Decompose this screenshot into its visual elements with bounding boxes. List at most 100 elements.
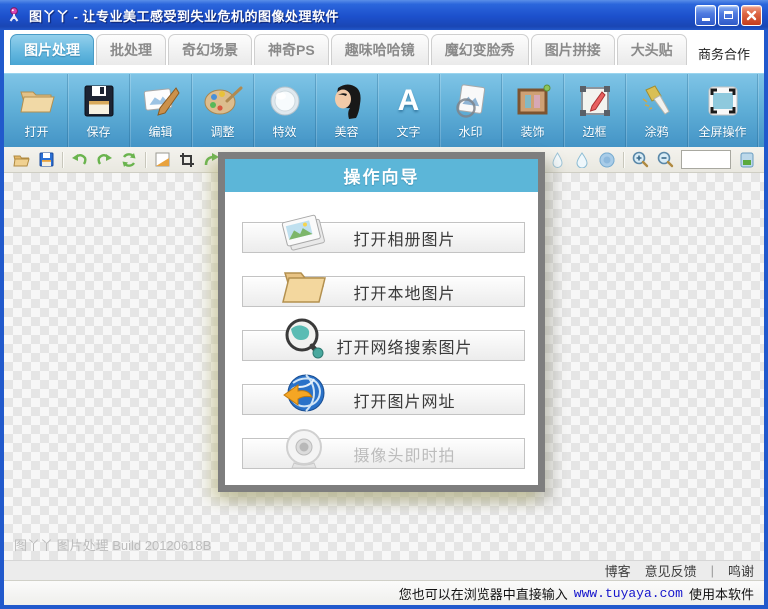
tool-label: 边框: [582, 123, 606, 140]
save-floppy-icon: [81, 83, 117, 119]
tool-label: 打开: [24, 123, 48, 140]
hint-prefix: 您也可以在浏览器中直接输入: [399, 584, 568, 603]
wizard-action-label: 打开本地图片: [353, 280, 455, 304]
wizard-row: 打开网络搜索图片: [242, 330, 525, 361]
webcam-instant-capture-button[interactable]: 摄像头即时拍: [242, 438, 525, 469]
tool-label: 美容: [334, 123, 358, 140]
main-toolbar: 打开 保存: [4, 73, 764, 147]
zoom-level-input[interactable]: [681, 150, 731, 169]
tool-label: 调整: [210, 123, 234, 140]
tool-label: 特效: [272, 123, 296, 140]
close-icon: [746, 10, 757, 21]
edit-button[interactable]: 编辑: [130, 74, 192, 147]
wizard-header: 操作向导: [225, 159, 538, 192]
tab-face-change[interactable]: 魔幻变脸秀: [431, 34, 529, 65]
decorate-frame-icon: [513, 83, 553, 119]
tab-image-processing[interactable]: 图片处理: [10, 34, 94, 65]
thanks-link[interactable]: 鸣谢: [728, 561, 754, 580]
tab-image-stitch[interactable]: 图片拼接: [531, 34, 615, 65]
open-album-image-button[interactable]: 打开相册图片: [242, 222, 525, 253]
beauty-button[interactable]: 美容: [316, 74, 378, 147]
effects-button[interactable]: 特效: [254, 74, 316, 147]
status-separator: |: [711, 563, 714, 578]
droplet-large-icon[interactable]: [573, 151, 591, 169]
adjust-palette-icon: [203, 83, 243, 119]
website-url-link[interactable]: www.tuyaya.com: [574, 586, 683, 601]
save-button[interactable]: 保存: [68, 74, 130, 147]
redo-icon[interactable]: [95, 151, 113, 169]
decorate-button[interactable]: 装饰: [502, 74, 564, 147]
tool-label: 装饰: [520, 123, 544, 140]
fullscreen-icon: [705, 83, 741, 119]
tool-label: 水印: [458, 123, 482, 140]
wizard-action-label: 打开相册图片: [353, 226, 455, 250]
tab-photo-sticker[interactable]: 大头贴: [617, 34, 687, 65]
crop-icon[interactable]: [178, 151, 196, 169]
blog-link[interactable]: 博客: [605, 561, 631, 580]
toolbar-separator: [145, 152, 146, 168]
tab-bar: 图片处理 批处理 奇幻场景 神奇PS 趣味哈哈镜 魔幻变脸秀 图片拼接 大头贴 …: [4, 30, 764, 73]
minimize-button[interactable]: [695, 5, 716, 26]
wizard-row: 摄像头即时拍: [242, 438, 525, 469]
open-folder-icon[interactable]: [12, 151, 30, 169]
maximize-icon: [724, 11, 733, 19]
resize-canvas-icon[interactable]: [153, 151, 171, 169]
fit-screen-icon[interactable]: [738, 151, 756, 169]
tab-fantasy-scene[interactable]: 奇幻场景: [168, 34, 252, 65]
app-window: 图丫丫 - 让专业美工感受到失业危机的图像处理软件 图片处理 批处理 奇幻场景 …: [0, 0, 768, 609]
wizard-dialog: 操作向导 打开相册图片: [218, 152, 545, 492]
blur-blob-icon[interactable]: [598, 151, 616, 169]
close-button[interactable]: [741, 5, 762, 26]
toolbar-separator: [623, 152, 624, 168]
tool-label: 涂鸦: [644, 123, 668, 140]
minimize-icon: [702, 18, 710, 21]
refresh-icon[interactable]: [120, 151, 138, 169]
toolbar-separator: [62, 152, 63, 168]
tool-label: 全屏操作: [698, 123, 746, 140]
droplet-small-icon[interactable]: [548, 151, 566, 169]
adjust-button[interactable]: 调整: [192, 74, 254, 147]
tool-label: 文字: [396, 123, 420, 140]
tool-label: 保存: [86, 123, 110, 140]
status-bar: 博客 意见反馈 | 鸣谢: [4, 560, 764, 580]
zoom-out-icon[interactable]: [656, 151, 674, 169]
text-a-icon: A: [398, 82, 420, 120]
bottom-hint-bar: 您也可以在浏览器中直接输入 www.tuyaya.com 使用本软件: [4, 580, 764, 605]
hint-suffix: 使用本软件: [689, 584, 754, 603]
watermark-button[interactable]: 水印: [440, 74, 502, 147]
wizard-body: 打开相册图片 打开本地图片: [225, 192, 538, 469]
beauty-face-icon: [329, 82, 365, 120]
border-pencil-icon: [577, 83, 613, 119]
wizard-action-label: 摄像头即时拍: [353, 442, 455, 466]
wizard-action-label: 打开网络搜索图片: [336, 334, 472, 358]
text-button[interactable]: A 文字: [378, 74, 440, 147]
fullscreen-button[interactable]: 全屏操作: [688, 74, 758, 147]
window-title: 图丫丫 - 让专业美工感受到失业危机的图像处理软件: [29, 6, 695, 25]
tool-label: 编辑: [148, 123, 172, 140]
open-image-url-button[interactable]: 打开图片网址: [242, 384, 525, 415]
doodle-button[interactable]: 涂鸦: [626, 74, 688, 147]
zoom-in-icon[interactable]: [631, 151, 649, 169]
tab-batch[interactable]: 批处理: [96, 34, 166, 65]
business-cooperation-link[interactable]: 商务合作: [698, 44, 758, 63]
open-folder-icon: [17, 83, 57, 119]
save-floppy-icon[interactable]: [37, 151, 55, 169]
undo-icon[interactable]: [70, 151, 88, 169]
maximize-button[interactable]: [718, 5, 739, 26]
tab-magic-ps[interactable]: 神奇PS: [254, 34, 329, 65]
feedback-link[interactable]: 意见反馈: [645, 561, 697, 580]
open-local-image-button[interactable]: 打开本地图片: [242, 276, 525, 307]
border-button[interactable]: 边框: [564, 74, 626, 147]
open-button[interactable]: 打开: [6, 74, 68, 147]
wizard-title: 操作向导: [344, 163, 420, 188]
build-watermark: 图丫丫 图片处理 Build 20120618B: [14, 535, 211, 554]
doodle-brush-icon: [639, 83, 675, 119]
watermark-icon: [453, 83, 489, 119]
effects-lens-icon: [267, 83, 303, 119]
tab-funny-mirror[interactable]: 趣味哈哈镜: [331, 34, 429, 65]
edit-photo-icon: [141, 83, 181, 119]
app-logo-icon: [6, 6, 24, 24]
open-web-search-image-button[interactable]: 打开网络搜索图片: [242, 330, 525, 361]
title-bar: 图丫丫 - 让专业美工感受到失业危机的图像处理软件: [0, 0, 768, 30]
wizard-action-label: 打开图片网址: [353, 388, 455, 412]
